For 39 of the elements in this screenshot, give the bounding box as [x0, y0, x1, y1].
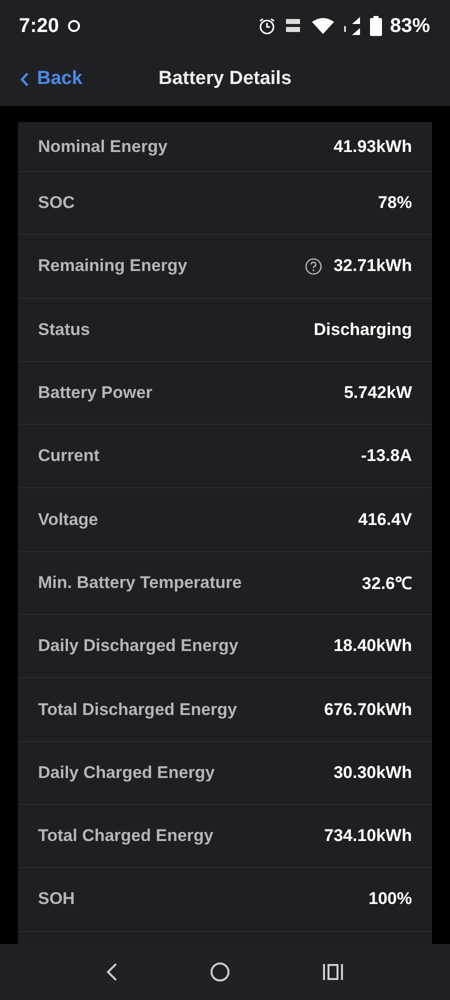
- battery-percentage: 83%: [390, 14, 430, 38]
- row-value: 676.70kWh: [324, 700, 412, 720]
- back-button[interactable]: Back: [0, 68, 82, 90]
- alarm-icon: [258, 17, 276, 35]
- row-label: Status: [38, 320, 91, 340]
- row-value: 32.71kWh: [334, 256, 412, 276]
- row-value: 416.4V: [358, 510, 412, 530]
- row-label: SOH: [38, 889, 76, 910]
- back-nav-icon[interactable]: [106, 962, 118, 982]
- row-value: Discharging: [314, 320, 412, 340]
- row-label: Remaining Energy: [38, 256, 188, 276]
- row-label: Battery Power: [38, 383, 154, 404]
- row-label: Daily Discharged Energy: [38, 636, 240, 656]
- row-label: SOC: [38, 193, 76, 214]
- time: 7:20: [19, 14, 60, 38]
- row-value: -13.8A: [360, 446, 412, 466]
- row-label: Total Charged Energy: [38, 826, 214, 846]
- row-value: 78%: [378, 193, 412, 214]
- home-icon[interactable]: [210, 962, 230, 982]
- row-value: 30.30kWh: [334, 762, 412, 783]
- row-label: Min. Battery Temperature: [38, 572, 243, 593]
- row-value: 734.10kWh: [324, 826, 412, 846]
- assistant-icon: [67, 19, 82, 33]
- row-value: 100%: [368, 889, 412, 910]
- row-label: Current: [38, 446, 100, 466]
- row-label: Nominal Energy: [38, 136, 168, 156]
- row-label: Voltage: [38, 510, 100, 530]
- chevron-left-icon: [20, 72, 29, 86]
- page-title: Battery Details: [158, 68, 292, 90]
- row-label: Total Discharged Energy: [38, 700, 238, 720]
- row-value: 5.742kW: [344, 383, 412, 404]
- help-icon[interactable]: [304, 258, 322, 275]
- row-value: 32.6℃: [362, 573, 412, 594]
- row-label: Daily Charged Energy: [38, 762, 216, 783]
- row-value: 18.40kWh: [334, 636, 412, 656]
- wifi-icon: [312, 18, 334, 34]
- battery-icon: [370, 16, 382, 36]
- row-value: 41.93kWh: [334, 136, 412, 156]
- recents-icon[interactable]: [322, 963, 344, 981]
